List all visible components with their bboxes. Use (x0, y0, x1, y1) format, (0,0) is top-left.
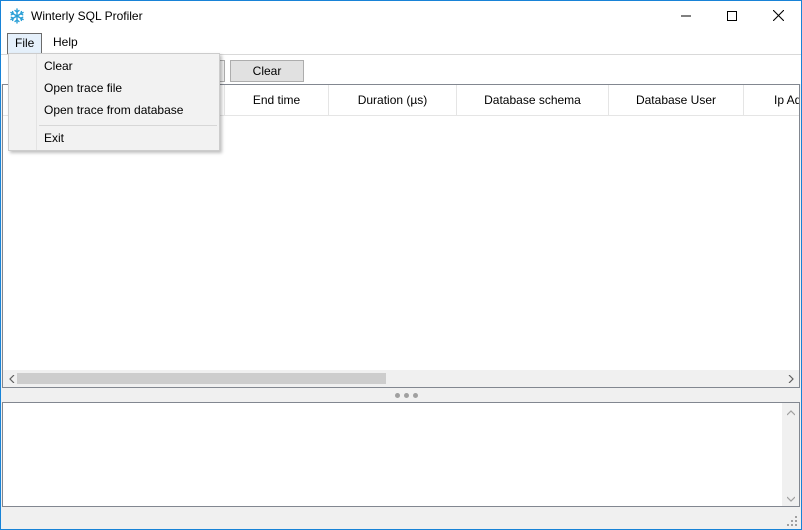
close-icon (772, 9, 784, 24)
scroll-up-button[interactable] (782, 403, 799, 420)
resize-grip-icon[interactable] (786, 515, 798, 527)
file-menu-dropdown: Clear Open trace file Open trace from da… (8, 53, 220, 151)
minimize-button[interactable] (663, 1, 709, 32)
menu-file[interactable]: File (7, 33, 43, 54)
menu-item-exit[interactable]: Exit (11, 127, 217, 149)
title-bar[interactable]: Winterly SQL Profiler (1, 1, 801, 32)
column-header-database-user[interactable]: Database User (609, 85, 744, 116)
column-header-duration[interactable]: Duration (µs) (329, 85, 457, 116)
clear-button[interactable]: Clear (230, 60, 304, 82)
column-header-ip-address[interactable]: Ip Ad (744, 85, 799, 116)
menu-item-open-trace-file[interactable]: Open trace file (11, 77, 217, 99)
snowflake-icon (9, 8, 25, 24)
splitter-grip-dot (413, 393, 418, 398)
query-detail-textbox[interactable] (2, 402, 800, 507)
panel-splitter[interactable] (1, 388, 801, 402)
menu-item-open-trace-from-database[interactable]: Open trace from database (11, 99, 217, 121)
window-title: Winterly SQL Profiler (31, 9, 143, 23)
scroll-down-button[interactable] (782, 489, 799, 506)
minimize-icon (681, 10, 691, 24)
status-bar (1, 508, 801, 529)
vertical-scrollbar[interactable] (782, 403, 799, 506)
chevron-right-icon (788, 372, 794, 386)
maximize-button[interactable] (709, 1, 755, 32)
horizontal-scroll-thumb[interactable] (17, 373, 386, 384)
menu-bar: File Help (1, 32, 801, 54)
maximize-icon (727, 10, 737, 24)
scroll-right-button[interactable] (782, 370, 799, 387)
close-button[interactable] (755, 1, 801, 32)
chevron-up-icon (786, 405, 795, 419)
menu-help[interactable]: Help (46, 33, 85, 54)
menu-item-clear[interactable]: Clear (11, 55, 217, 77)
splitter-grip-dot (404, 393, 409, 398)
splitter-grip-dot (395, 393, 400, 398)
main-window: Winterly SQL Profiler File Help Clear En… (0, 0, 802, 530)
column-header-database-schema[interactable]: Database schema (457, 85, 609, 116)
column-header-end-time[interactable]: End time (225, 85, 329, 116)
horizontal-scrollbar[interactable] (3, 370, 799, 387)
chevron-down-icon (786, 491, 795, 505)
menu-separator (39, 125, 217, 126)
chevron-left-icon (8, 372, 15, 386)
